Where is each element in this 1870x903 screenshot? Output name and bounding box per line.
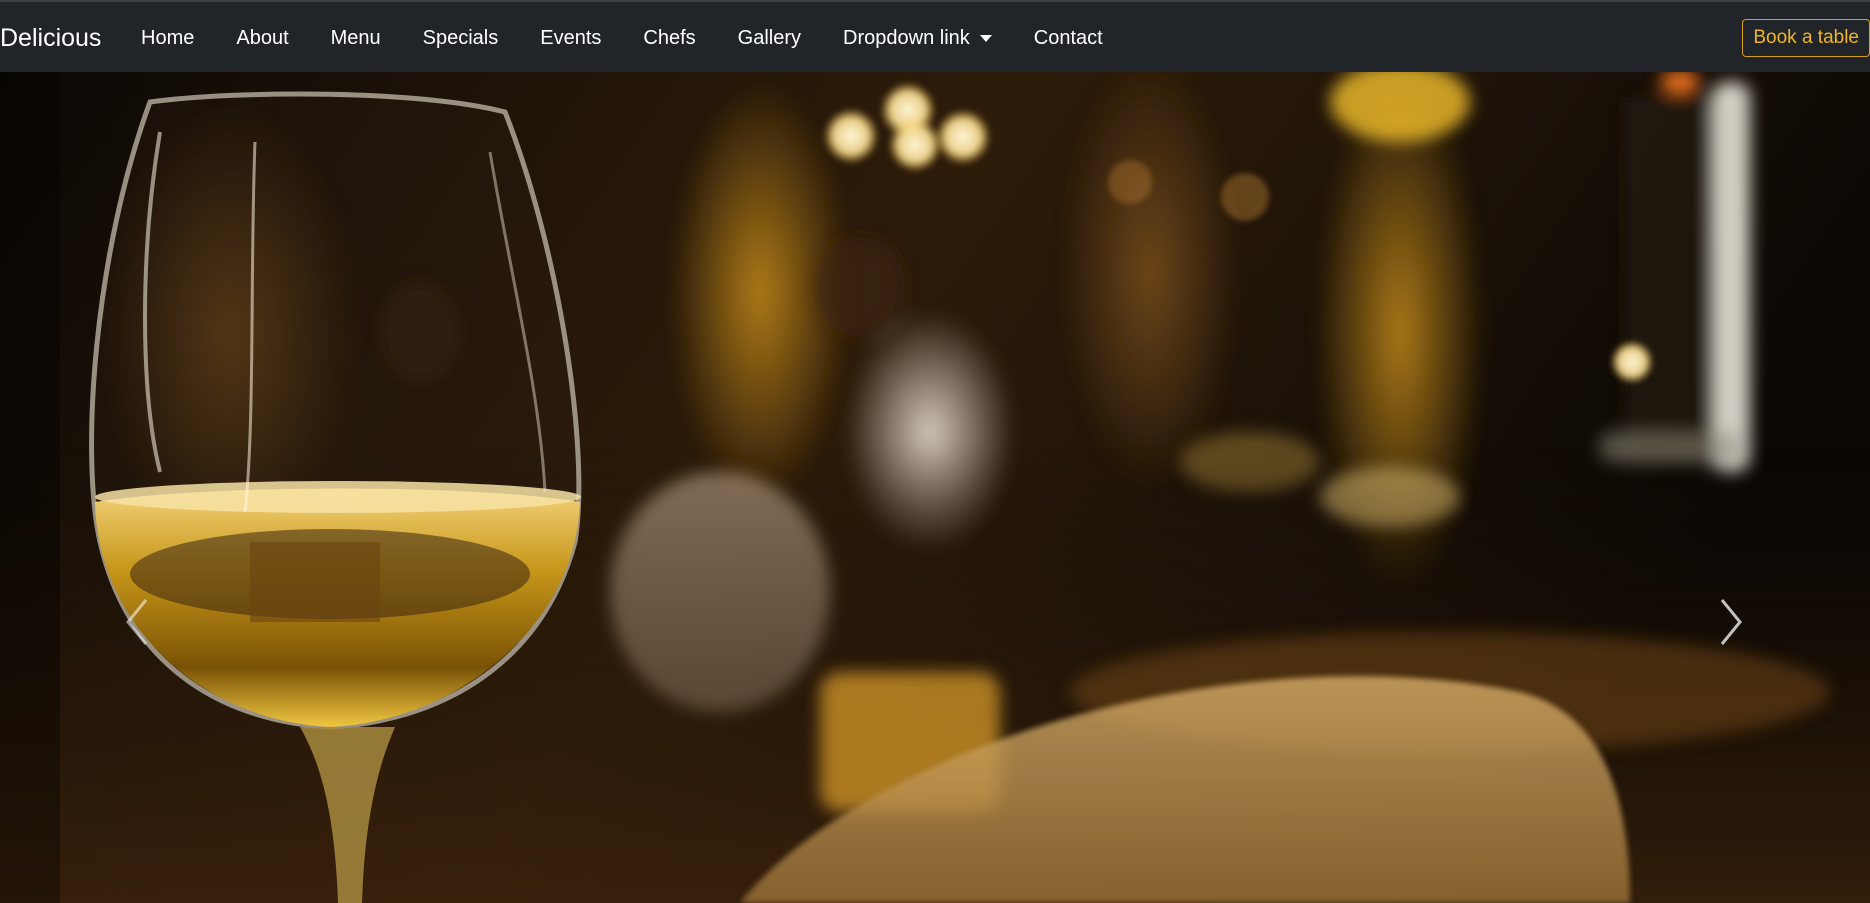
nav-link-menu[interactable]: Menu xyxy=(331,25,381,51)
nav-links: Home About Menu Specials Events Chefs Ga… xyxy=(141,25,1145,51)
nav-dropdown-label: Dropdown link xyxy=(843,27,970,49)
nav-link-gallery[interactable]: Gallery xyxy=(738,25,801,51)
nav-link-events[interactable]: Events xyxy=(540,25,601,51)
nav-link-about[interactable]: About xyxy=(236,25,288,51)
book-a-table-button[interactable]: Book a table xyxy=(1742,19,1870,57)
nav-dropdown-toggle[interactable]: Dropdown link xyxy=(843,25,992,51)
caret-down-icon xyxy=(979,35,992,42)
chevron-left-icon xyxy=(126,599,148,645)
carousel-prev-button[interactable] xyxy=(118,592,158,652)
nav-link-chefs[interactable]: Chefs xyxy=(643,25,695,51)
nav-link-contact[interactable]: Contact xyxy=(1034,25,1103,51)
hero-carousel xyxy=(0,72,1870,903)
brand-logo[interactable]: Delicious xyxy=(0,22,101,54)
top-navbar: Delicious Home About Menu Specials Event… xyxy=(0,0,1870,72)
chevron-right-icon xyxy=(1720,599,1742,645)
nav-link-specials[interactable]: Specials xyxy=(423,25,499,51)
nav-link-home[interactable]: Home xyxy=(141,25,194,51)
carousel-next-button[interactable] xyxy=(1710,592,1750,652)
hero-image xyxy=(0,72,1870,903)
